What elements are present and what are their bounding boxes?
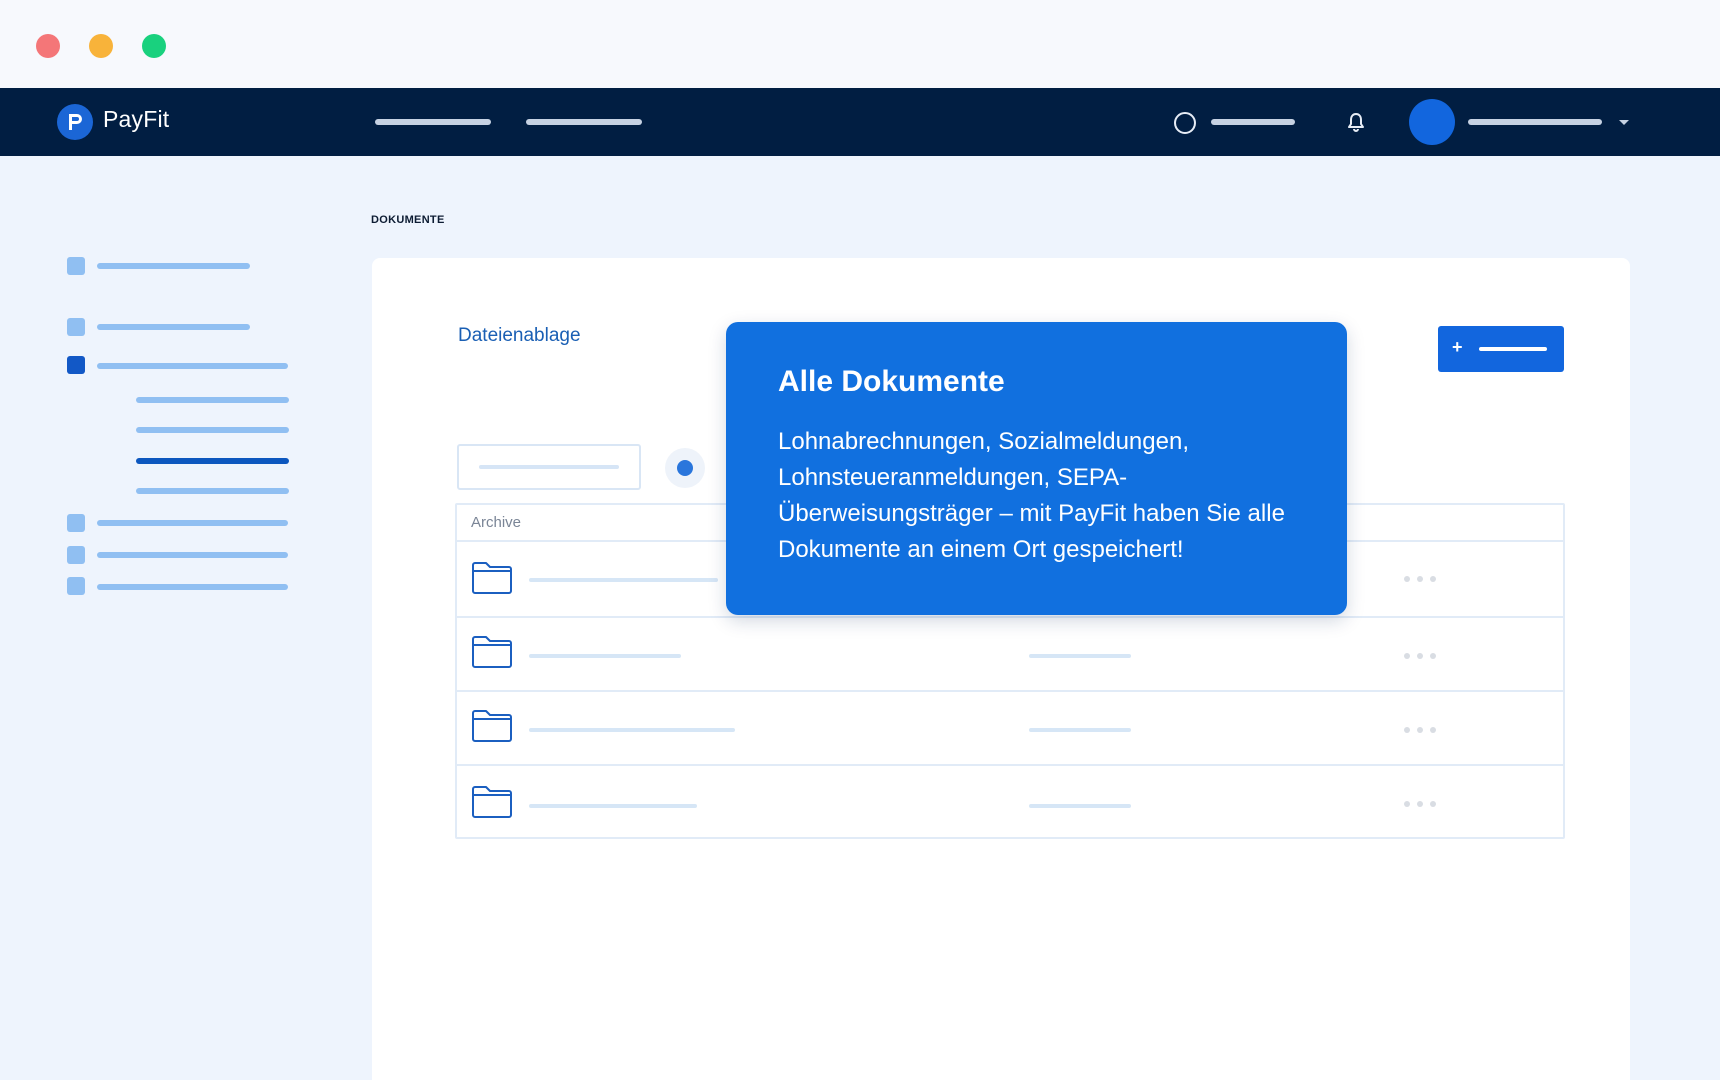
more-options-icon[interactable] [1404, 576, 1438, 584]
tooltip-title: Alle Dokumente [778, 365, 1005, 398]
breadcrumb[interactable]: DOKUMENTE [371, 214, 445, 226]
folder-icon [472, 786, 512, 818]
file-date-placeholder [1029, 654, 1131, 658]
column-header-archive[interactable]: Archive [471, 514, 521, 531]
sidebar-item-icon[interactable] [67, 546, 85, 564]
maximize-window-button[interactable] [142, 34, 166, 58]
sidebar-item-icon[interactable] [67, 514, 85, 532]
sidebar-item-6[interactable] [97, 584, 288, 590]
folder-icon [472, 636, 512, 668]
minimize-window-button[interactable] [89, 34, 113, 58]
close-window-button[interactable] [36, 34, 60, 58]
table-row[interactable] [457, 766, 1563, 837]
file-name-placeholder [529, 804, 697, 808]
payfit-logo-icon[interactable] [57, 104, 93, 140]
more-options-icon[interactable] [1404, 653, 1438, 661]
add-button-label [1479, 347, 1547, 351]
chevron-down-icon[interactable] [1619, 120, 1629, 125]
status-label[interactable] [1211, 119, 1295, 125]
sidebar-item-2[interactable] [97, 324, 250, 330]
sidebar-item-icon[interactable] [67, 577, 85, 595]
plus-icon: + [1452, 337, 1463, 357]
search-input[interactable] [457, 444, 641, 490]
user-name-label[interactable] [1468, 119, 1602, 125]
brand-name[interactable]: PayFit [103, 106, 169, 133]
file-name-placeholder [529, 654, 681, 658]
sidebar-subitem-2[interactable] [136, 427, 289, 433]
more-options-icon[interactable] [1404, 801, 1438, 809]
top-navigation-bar: PayFit [0, 88, 1720, 156]
sidebar-subitem-4[interactable] [136, 488, 289, 494]
section-title: Dateienablage [458, 325, 581, 346]
folder-icon [472, 710, 512, 742]
add-document-button[interactable]: + [1438, 326, 1564, 372]
sidebar-item-5[interactable] [97, 552, 288, 558]
bell-icon[interactable] [1346, 112, 1366, 134]
avatar[interactable] [1409, 99, 1455, 145]
table-row[interactable] [457, 692, 1563, 766]
sidebar-item-1[interactable] [97, 263, 250, 269]
table-row[interactable] [457, 618, 1563, 692]
file-date-placeholder [1029, 728, 1131, 732]
status-circle-icon[interactable] [1174, 112, 1196, 134]
window-titlebar [0, 0, 1720, 88]
onboarding-tooltip[interactable]: Alle Dokumente Lohnabrechnungen, Sozialm… [726, 322, 1347, 615]
sidebar-item-3[interactable] [97, 363, 288, 369]
more-options-icon[interactable] [1404, 727, 1438, 735]
sidebar-item-icon-active[interactable] [67, 356, 85, 374]
filter-toggle[interactable] [665, 448, 705, 488]
file-name-placeholder [529, 728, 735, 732]
sidebar-subitem-1[interactable] [136, 397, 289, 403]
sidebar-item-4[interactable] [97, 520, 288, 526]
sidebar-item-icon[interactable] [67, 257, 85, 275]
sidebar-subitem-active[interactable] [136, 458, 289, 464]
file-name-placeholder [529, 578, 718, 582]
tooltip-body: Lohnabrechnungen, Sozialmeldungen, Lohns… [778, 428, 1285, 563]
file-date-placeholder [1029, 804, 1131, 808]
folder-icon [472, 562, 512, 594]
filter-indicator-icon [677, 460, 693, 476]
nav-link-1[interactable] [375, 119, 491, 125]
payfit-p-icon [69, 114, 82, 130]
nav-link-2[interactable] [526, 119, 642, 125]
sidebar-item-icon[interactable] [67, 318, 85, 336]
search-placeholder [479, 465, 619, 469]
